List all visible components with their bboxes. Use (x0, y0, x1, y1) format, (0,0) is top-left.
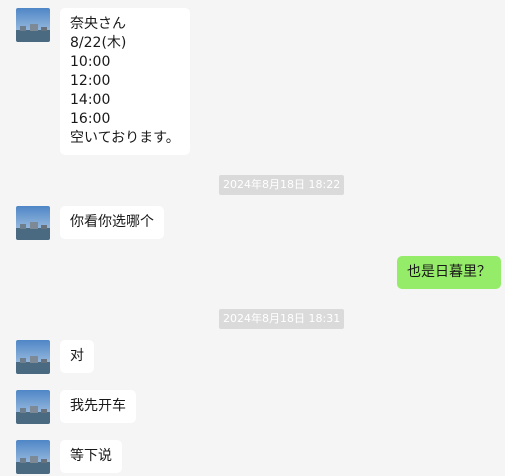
avatar[interactable] (16, 440, 50, 474)
message-text: 10:00 (70, 54, 111, 70)
avatar[interactable] (16, 8, 50, 42)
message-bubble[interactable]: 我先开车 (60, 390, 136, 423)
message-text: 我先开车 (70, 398, 126, 414)
message-text: 也是日暮里？ (407, 264, 491, 280)
message-text: 8/22(木) (70, 35, 127, 51)
message-text: 16:00 (70, 111, 111, 127)
message-text: 对 (70, 348, 84, 364)
message-text: 空いております。 (70, 130, 180, 146)
avatar[interactable] (16, 206, 50, 240)
message-bubble[interactable]: 奈央さん 8/22(木) 10:00 12:00 14:00 16:00 空いて… (60, 8, 190, 155)
message-text: 奈央さん (70, 16, 126, 32)
message-bubble[interactable]: 你看你选哪个 (60, 206, 164, 239)
message-bubble[interactable]: 对 (60, 340, 94, 373)
message-text: 14:00 (70, 92, 111, 108)
message-text: 等下说 (70, 448, 112, 464)
message-bubble[interactable]: 等下说 (60, 440, 122, 473)
avatar[interactable] (16, 390, 50, 424)
chat-window: 奈央さん 8/22(木) 10:00 12:00 14:00 16:00 空いて… (0, 0, 505, 476)
message-text: 12:00 (70, 73, 111, 89)
message-text: 你看你选哪个 (70, 214, 154, 230)
timestamp: 2024年8月18日 18:31 (219, 309, 345, 329)
timestamp: 2024年8月18日 18:22 (219, 175, 345, 195)
message-bubble-outgoing[interactable]: 也是日暮里？ (397, 256, 501, 289)
avatar[interactable] (16, 340, 50, 374)
